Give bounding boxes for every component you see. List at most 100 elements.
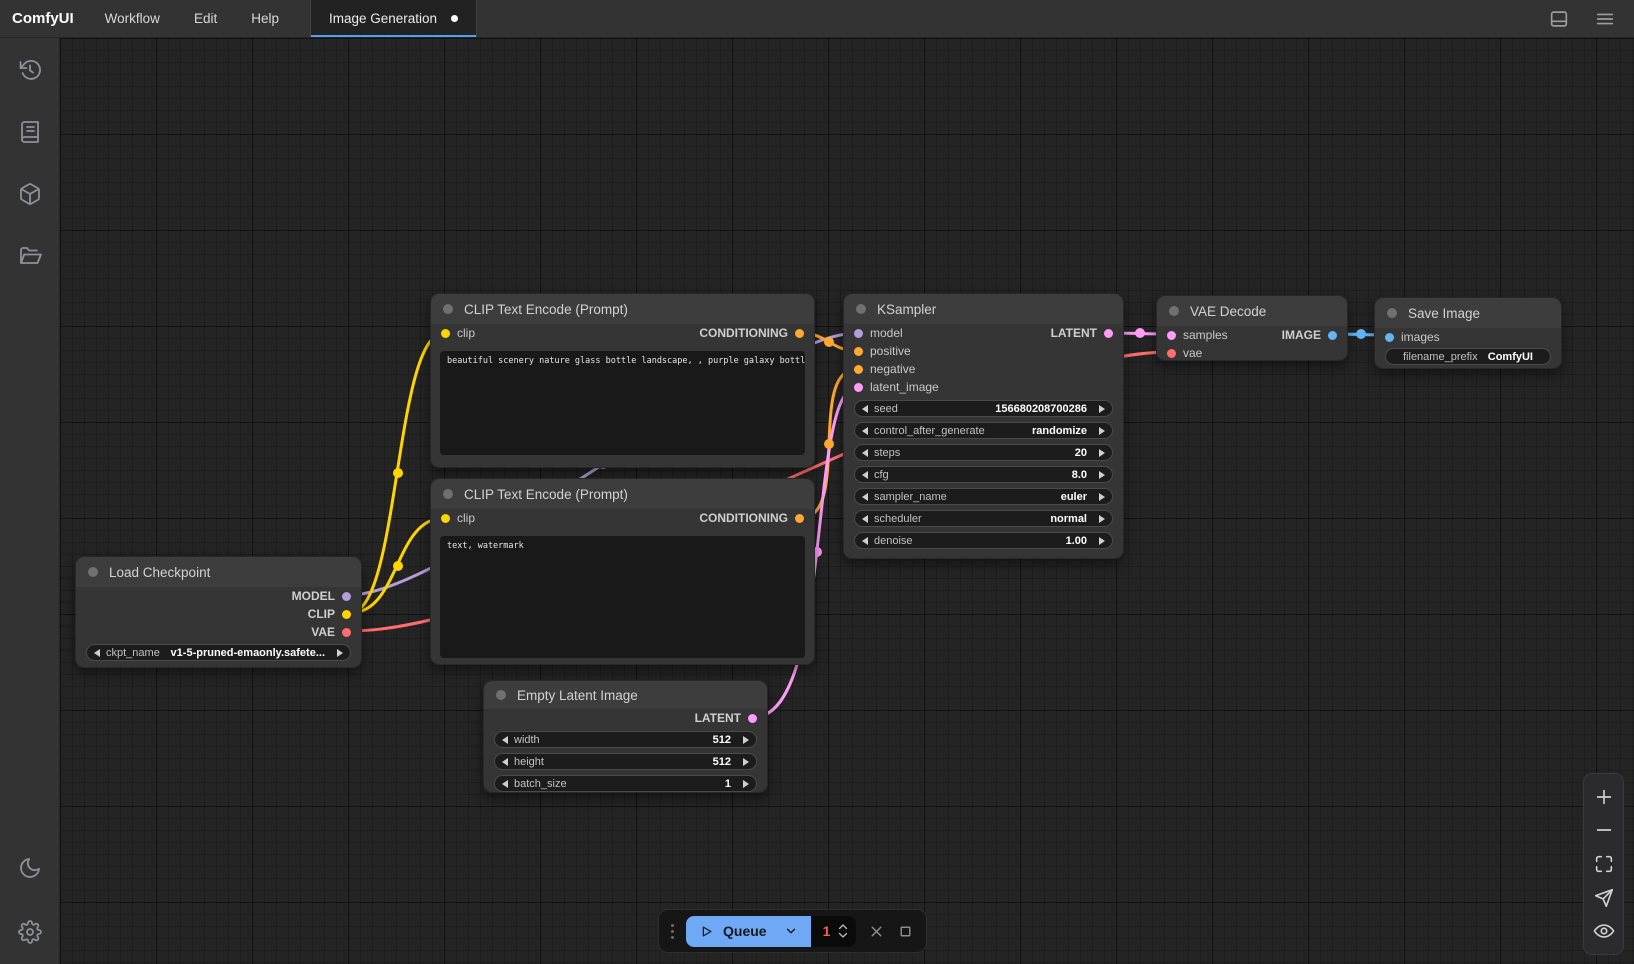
cancel-x-icon[interactable] bbox=[868, 923, 885, 940]
model-library-icon[interactable] bbox=[10, 174, 50, 214]
collapse-dot-icon[interactable] bbox=[443, 304, 453, 314]
slot-dot[interactable] bbox=[342, 592, 351, 601]
next-value-arrow-icon[interactable] bbox=[1099, 537, 1105, 545]
output-slot-latent[interactable]: LATENT bbox=[695, 711, 757, 725]
output-slot-model[interactable]: MODEL bbox=[292, 589, 351, 603]
next-value-arrow-icon[interactable] bbox=[1099, 405, 1105, 413]
slot-dot[interactable] bbox=[1167, 331, 1176, 340]
slot-dot[interactable] bbox=[854, 329, 863, 338]
slot-dot[interactable] bbox=[441, 514, 450, 523]
tab-image-generation[interactable]: Image Generation bbox=[311, 0, 477, 37]
collapse-dot-icon[interactable] bbox=[856, 304, 866, 314]
prev-value-arrow-icon[interactable] bbox=[862, 427, 868, 435]
output-slot-image[interactable]: IMAGE bbox=[1282, 328, 1337, 342]
slot-dot[interactable] bbox=[342, 628, 351, 637]
slot-dot[interactable] bbox=[795, 514, 804, 523]
menu-workflow[interactable]: Workflow bbox=[88, 0, 177, 37]
node-title-bar[interactable]: KSampler bbox=[844, 294, 1123, 324]
prev-value-arrow-icon[interactable] bbox=[94, 649, 100, 657]
collapse-dot-icon[interactable] bbox=[88, 567, 98, 577]
settings-gear-icon[interactable] bbox=[10, 912, 50, 952]
next-value-arrow-icon[interactable] bbox=[1099, 471, 1105, 479]
output-slot-clip[interactable]: CLIP bbox=[308, 607, 351, 621]
zoom-out-icon[interactable] bbox=[1593, 819, 1615, 841]
node-empty-latent-image[interactable]: Empty Latent Image LATENT width 512 heig… bbox=[483, 680, 768, 793]
stop-square-icon[interactable] bbox=[897, 923, 914, 940]
node-title-bar[interactable]: Save Image bbox=[1375, 298, 1561, 328]
chevron-down-icon[interactable] bbox=[784, 924, 798, 938]
node-save-image[interactable]: Save Image images filename_prefix ComfyU… bbox=[1374, 297, 1562, 369]
input-slot-clip[interactable]: clip bbox=[441, 326, 475, 340]
slot-dot[interactable] bbox=[854, 383, 863, 392]
next-value-arrow-icon[interactable] bbox=[1099, 515, 1105, 523]
workflows-folder-icon[interactable] bbox=[10, 236, 50, 276]
prev-value-arrow-icon[interactable] bbox=[862, 515, 868, 523]
slot-dot[interactable] bbox=[1104, 329, 1113, 338]
node-title-bar[interactable]: CLIP Text Encode (Prompt) bbox=[431, 479, 814, 509]
collapse-dot-icon[interactable] bbox=[1387, 308, 1397, 318]
prev-value-arrow-icon[interactable] bbox=[502, 758, 508, 766]
theme-moon-icon[interactable] bbox=[10, 848, 50, 888]
slot-dot[interactable] bbox=[441, 329, 450, 338]
collapse-dot-icon[interactable] bbox=[1169, 306, 1179, 316]
slot-dot[interactable] bbox=[342, 610, 351, 619]
prev-value-arrow-icon[interactable] bbox=[862, 405, 868, 413]
zoom-in-icon[interactable] bbox=[1593, 786, 1615, 808]
queue-button[interactable]: Queue bbox=[686, 916, 811, 947]
slot-dot[interactable] bbox=[795, 329, 804, 338]
node-title-bar[interactable]: CLIP Text Encode (Prompt) bbox=[431, 294, 814, 324]
output-slot-conditioning[interactable]: CONDITIONING bbox=[699, 326, 804, 340]
widget-steps[interactable]: steps 20 bbox=[854, 444, 1113, 461]
prev-value-arrow-icon[interactable] bbox=[862, 471, 868, 479]
slot-dot[interactable] bbox=[854, 365, 863, 374]
slot-dot[interactable] bbox=[1328, 331, 1337, 340]
widget-scheduler[interactable]: scheduler normal bbox=[854, 510, 1113, 527]
menu-help[interactable]: Help bbox=[234, 0, 296, 37]
widget-cfg[interactable]: cfg 8.0 bbox=[854, 466, 1113, 483]
hamburger-menu-icon[interactable] bbox=[1594, 8, 1616, 30]
fit-view-icon[interactable] bbox=[1593, 853, 1615, 875]
slot-dot[interactable] bbox=[1385, 333, 1394, 342]
widget-control-after-generate[interactable]: control_after_generate randomize bbox=[854, 422, 1113, 439]
node-title-bar[interactable]: Load Checkpoint bbox=[76, 557, 361, 587]
slot-dot[interactable] bbox=[748, 714, 757, 723]
widget-width[interactable]: width 512 bbox=[494, 731, 757, 748]
collapse-dot-icon[interactable] bbox=[496, 690, 506, 700]
widget-sampler-name[interactable]: sampler_name euler bbox=[854, 488, 1113, 505]
decrement-chevron-icon[interactable] bbox=[837, 932, 849, 939]
slot-dot[interactable] bbox=[1167, 349, 1176, 358]
negative-prompt-textarea[interactable]: text, watermark bbox=[440, 536, 805, 658]
output-slot-vae[interactable]: VAE bbox=[311, 625, 351, 639]
batch-count-stepper[interactable]: 1 bbox=[811, 916, 857, 947]
output-slot-latent[interactable]: LATENT bbox=[1051, 326, 1113, 340]
history-icon[interactable] bbox=[10, 50, 50, 90]
input-slot-latent-image[interactable]: latent_image bbox=[854, 380, 939, 394]
slot-dot[interactable] bbox=[854, 347, 863, 356]
next-value-arrow-icon[interactable] bbox=[743, 780, 749, 788]
widget-filename-prefix[interactable]: filename_prefix ComfyUI bbox=[1385, 348, 1551, 365]
node-title-bar[interactable]: Empty Latent Image bbox=[484, 681, 767, 709]
next-value-arrow-icon[interactable] bbox=[1099, 449, 1105, 457]
widget-ckpt-name[interactable]: ckpt_name v1-5-pruned-emaonly.safete... bbox=[86, 644, 351, 661]
increment-chevron-icon[interactable] bbox=[837, 923, 849, 930]
prev-value-arrow-icon[interactable] bbox=[862, 537, 868, 545]
input-slot-model[interactable]: model bbox=[854, 326, 903, 340]
prev-value-arrow-icon[interactable] bbox=[502, 780, 508, 788]
toggle-links-eye-icon[interactable] bbox=[1593, 920, 1615, 942]
prev-value-arrow-icon[interactable] bbox=[862, 493, 868, 501]
queue-log-icon[interactable] bbox=[10, 112, 50, 152]
node-ksampler[interactable]: KSampler model LATENT positive negative … bbox=[843, 293, 1124, 559]
pan-navigate-icon[interactable] bbox=[1593, 887, 1615, 909]
widget-denoise[interactable]: denoise 1.00 bbox=[854, 532, 1113, 549]
prev-value-arrow-icon[interactable] bbox=[862, 449, 868, 457]
next-value-arrow-icon[interactable] bbox=[1099, 493, 1105, 501]
input-slot-samples[interactable]: samples bbox=[1167, 328, 1228, 342]
prev-value-arrow-icon[interactable] bbox=[502, 736, 508, 744]
menu-edit[interactable]: Edit bbox=[177, 0, 234, 37]
widget-batch-size[interactable]: batch_size 1 bbox=[494, 775, 757, 792]
drag-handle-icon[interactable] bbox=[671, 924, 674, 939]
input-slot-clip[interactable]: clip bbox=[441, 511, 475, 525]
input-slot-negative[interactable]: negative bbox=[854, 362, 915, 376]
node-vae-decode[interactable]: VAE Decode samples IMAGE vae bbox=[1156, 295, 1348, 361]
next-value-arrow-icon[interactable] bbox=[743, 736, 749, 744]
